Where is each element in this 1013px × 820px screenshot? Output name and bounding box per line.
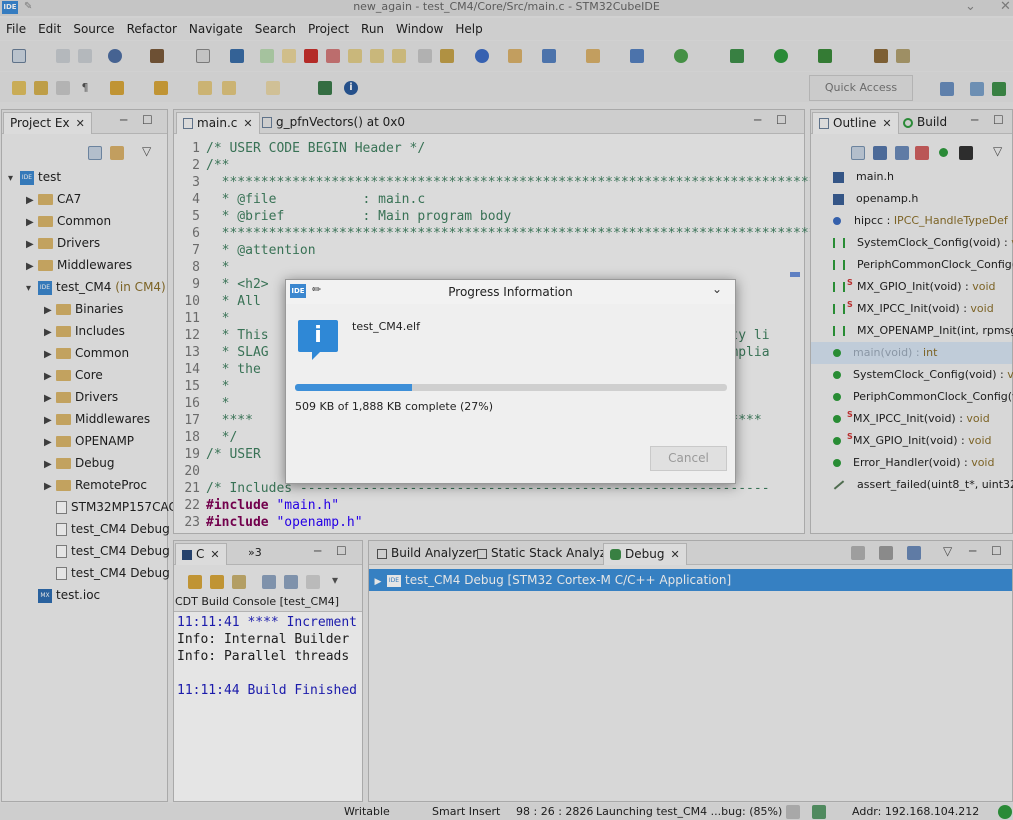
info-bubble-icon: i (298, 320, 340, 362)
progress-dialog: IDE ✏ Progress Information ⌄ i test_CM4.… (285, 279, 736, 484)
dialog-file-label: test_CM4.elf (352, 320, 420, 333)
progress-bar-fill (295, 384, 412, 391)
cancel-button[interactable]: Cancel (650, 446, 727, 471)
dialog-collapse-icon[interactable]: ⌄ (712, 282, 722, 296)
dialog-header: IDE ✏ Progress Information ⌄ (286, 280, 735, 304)
dialog-title: Progress Information (448, 285, 573, 299)
progress-text: 509 KB of 1,888 KB complete (27%) (295, 400, 493, 413)
progress-bar (295, 384, 727, 391)
